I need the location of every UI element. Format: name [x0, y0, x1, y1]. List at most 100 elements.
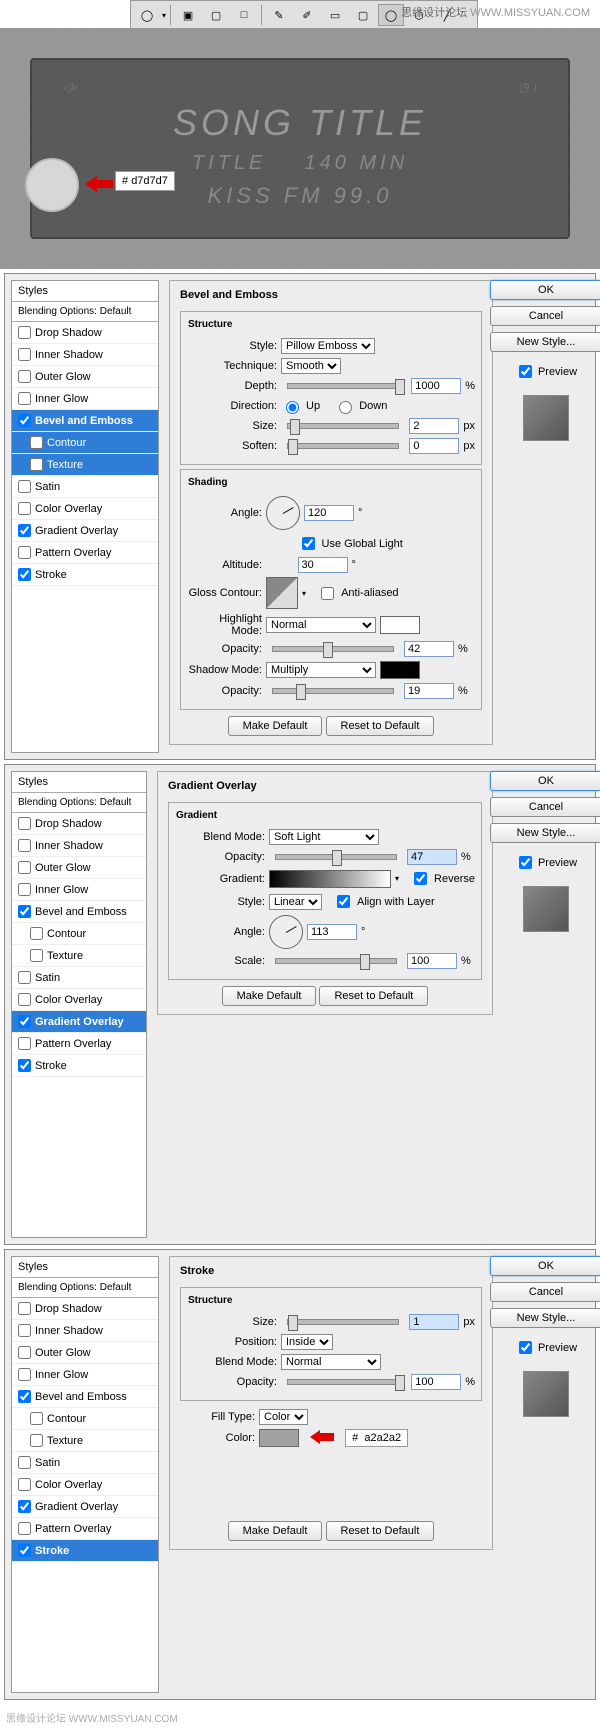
styles-list: Styles Blending Options: Default Drop Sh… — [11, 280, 159, 753]
preview-swatch — [523, 395, 569, 441]
style-pattern-overlay[interactable]: Pattern Overlay — [12, 542, 158, 564]
fill-type-select[interactable]: Color — [259, 1409, 308, 1425]
stroke-title: Stroke — [176, 1265, 218, 1277]
reverse-check[interactable] — [414, 872, 427, 885]
make-default-button-3[interactable]: Make Default — [228, 1521, 323, 1541]
stroke-position-select[interactable]: Inside — [281, 1334, 333, 1350]
make-default-button[interactable]: Make Default — [228, 716, 323, 736]
global-light-check[interactable] — [302, 537, 315, 550]
shadow-opacity-input[interactable] — [404, 683, 454, 699]
make-default-button-2[interactable]: Make Default — [222, 986, 317, 1006]
size-slider[interactable] — [287, 423, 399, 429]
style-stroke[interactable]: Stroke — [12, 564, 158, 586]
clock-note-icon: ◷ ♪ — [518, 80, 538, 94]
freeform-pen-icon[interactable]: ✐ — [294, 4, 320, 26]
grad-scale-slider[interactable] — [275, 958, 397, 964]
style-inner-shadow[interactable]: Inner Shadow — [12, 344, 158, 366]
rounded-rect-icon[interactable]: ▢ — [350, 4, 376, 26]
ellipse-shape-icon[interactable]: ◯ — [378, 4, 404, 26]
grad-style-select[interactable]: Linear — [269, 894, 322, 910]
grad-angle-dial[interactable] — [269, 915, 303, 949]
grad-opacity-input[interactable] — [407, 849, 457, 865]
cancel-button[interactable]: Cancel — [490, 306, 600, 326]
cancel-button-2[interactable]: Cancel — [490, 797, 600, 817]
ok-button-2[interactable]: OK — [490, 771, 600, 791]
grad-blend-mode-select[interactable]: Soft Light — [269, 829, 379, 845]
reset-default-button[interactable]: Reset to Default — [326, 716, 435, 736]
stroke-size-slider[interactable] — [287, 1319, 399, 1325]
style-gradient-overlay-sel[interactable]: Gradient Overlay — [12, 1011, 146, 1033]
paths-icon[interactable]: ▢ — [203, 4, 229, 26]
bevel-technique-select[interactable]: Smooth — [281, 358, 341, 374]
shadow-color-swatch[interactable] — [380, 661, 420, 679]
style-texture[interactable]: Texture — [12, 454, 158, 476]
angle-input[interactable] — [304, 505, 354, 521]
pen-icon[interactable]: ✎ — [266, 4, 292, 26]
depth-input[interactable] — [411, 378, 461, 394]
red-arrow-icon-2 — [310, 1430, 334, 1447]
shadow-mode-select[interactable]: Multiply — [266, 662, 376, 678]
watermark-bottom: 思缘设计论坛 WWW.MISSYUAN.COM — [0, 1704, 600, 1731]
anti-aliased-check[interactable] — [321, 587, 334, 600]
style-stroke-sel[interactable]: Stroke — [12, 1540, 158, 1562]
fill-pixels-icon[interactable]: □ — [231, 4, 257, 26]
style-outer-glow[interactable]: Outer Glow — [12, 366, 158, 388]
watermark-top: 思缘设计论坛 WWW.MISSYUAN.COM — [401, 4, 590, 20]
highlight-color-swatch[interactable] — [380, 616, 420, 634]
reset-default-button-2[interactable]: Reset to Default — [319, 986, 428, 1006]
depth-slider[interactable] — [287, 383, 401, 389]
highlight-opacity-slider[interactable] — [272, 646, 394, 652]
new-style-button-3[interactable]: New Style... — [490, 1308, 600, 1328]
style-color-overlay[interactable]: Color Overlay — [12, 498, 158, 520]
rectangle-icon[interactable]: ▭ — [322, 4, 348, 26]
altitude-input[interactable] — [298, 557, 348, 573]
direction-up-radio[interactable] — [286, 401, 299, 414]
ok-button[interactable]: OK — [490, 280, 600, 300]
preview-check[interactable] — [519, 365, 532, 378]
reset-default-button-3[interactable]: Reset to Default — [326, 1521, 435, 1541]
ok-button-3[interactable]: OK — [490, 1256, 600, 1276]
style-drop-shadow[interactable]: Drop Shadow — [12, 322, 158, 344]
preview-check-3[interactable] — [519, 1341, 532, 1354]
soften-slider[interactable] — [287, 443, 399, 449]
shape-layers-icon[interactable]: ▣ — [175, 4, 201, 26]
size-input[interactable] — [409, 418, 459, 434]
stroke-opacity-slider[interactable] — [287, 1379, 401, 1385]
highlight-opacity-input[interactable] — [404, 641, 454, 657]
highlight-mode-select[interactable]: Normal — [266, 617, 376, 633]
soften-input[interactable] — [409, 438, 459, 454]
lcd-screen: ◁»◷ ♪ SONG TITLE TITLE 140 MIN KISS FM 9… — [30, 58, 570, 239]
stroke-blend-mode-select[interactable]: Normal — [281, 1354, 381, 1370]
radio-preview: ◁»◷ ♪ SONG TITLE TITLE 140 MIN KISS FM 9… — [0, 28, 600, 269]
styles-list-2: Styles Blending Options: Default Drop Sh… — [11, 771, 147, 1238]
bevel-style-select[interactable]: Pillow Emboss — [281, 338, 375, 354]
grad-opacity-slider[interactable] — [275, 854, 397, 860]
stroke-opacity-input[interactable] — [411, 1374, 461, 1390]
shadow-opacity-slider[interactable] — [272, 688, 394, 694]
stroke-size-input[interactable] — [409, 1314, 459, 1330]
speaker-icon: ◁» — [62, 80, 78, 94]
grad-angle-input[interactable] — [307, 924, 357, 940]
style-satin[interactable]: Satin — [12, 476, 158, 498]
gloss-contour-swatch[interactable] — [266, 577, 298, 609]
bevel-title: Bevel and Emboss — [176, 289, 282, 301]
color-hex-tag: # d7d7d7 — [115, 171, 175, 191]
new-style-button-2[interactable]: New Style... — [490, 823, 600, 843]
preview-check-2[interactable] — [519, 856, 532, 869]
gradient-picker[interactable] — [269, 870, 391, 888]
blending-options[interactable]: Blending Options: Default — [12, 302, 158, 322]
grad-scale-input[interactable] — [407, 953, 457, 969]
new-style-button[interactable]: New Style... — [490, 332, 600, 352]
style-inner-glow[interactable]: Inner Glow — [12, 388, 158, 410]
styles-header: Styles — [12, 281, 158, 302]
angle-dial[interactable] — [266, 496, 300, 530]
cancel-button-3[interactable]: Cancel — [490, 1282, 600, 1302]
style-bevel-emboss[interactable]: Bevel and Emboss — [12, 410, 158, 432]
stroke-color-swatch[interactable] — [259, 1429, 299, 1447]
direction-down-radio[interactable] — [339, 401, 352, 414]
style-contour[interactable]: Contour — [12, 432, 158, 454]
style-gradient-overlay[interactable]: Gradient Overlay — [12, 520, 158, 542]
tuning-dial — [25, 158, 79, 212]
align-layer-check[interactable] — [337, 895, 350, 908]
ellipse-tool-icon[interactable]: ◯ — [134, 4, 160, 26]
